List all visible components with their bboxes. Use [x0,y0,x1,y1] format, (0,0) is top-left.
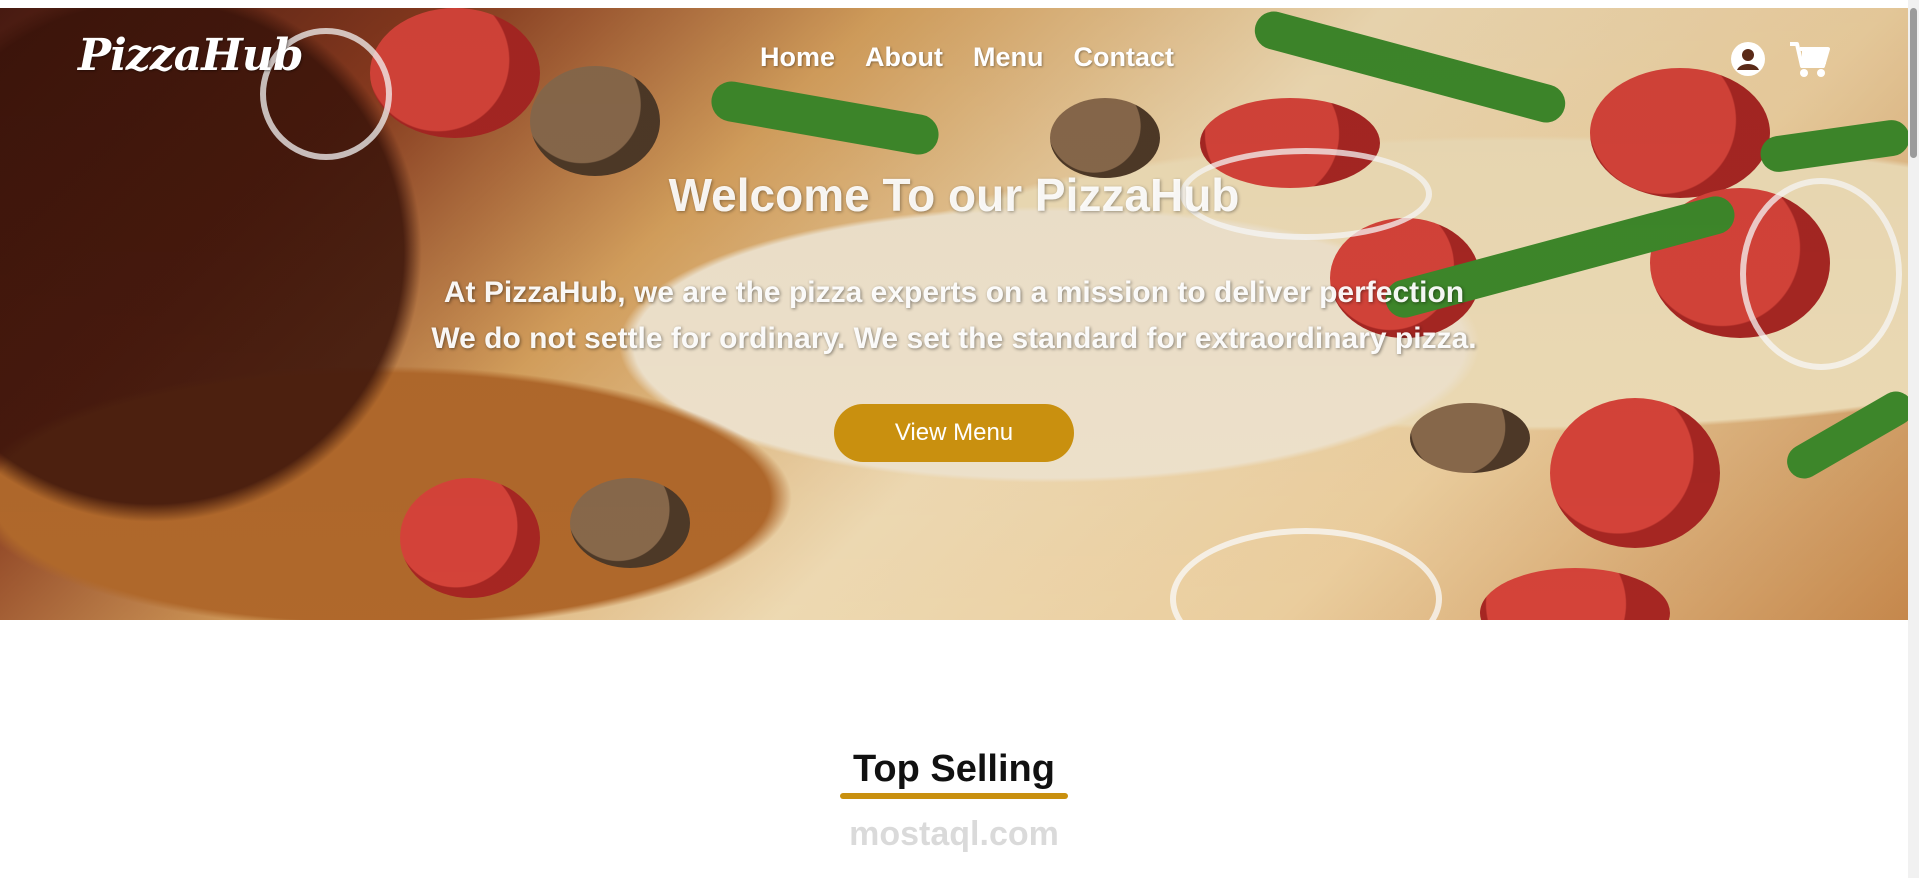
cart-icon[interactable] [1788,40,1830,78]
page-scrollbar[interactable] [1908,0,1919,878]
nav-link-home[interactable]: Home [760,42,835,73]
header-actions [1730,40,1830,78]
hero-banner: PizzaHub Home About Menu Contact Welcome… [0,8,1908,620]
section-title-top-selling: Top Selling [853,748,1055,790]
watermark-text: mostaql.com [849,815,1059,853]
hero-description-line-1: At PizzaHub, we are the pizza experts on… [443,276,1465,309]
main-nav: Home About Menu Contact [760,42,1174,73]
hero-overlay [0,8,1908,620]
hero-title: Welcome To our PizzaHub [668,169,1240,221]
nav-link-menu[interactable]: Menu [973,42,1044,73]
section-title-underline [840,793,1068,799]
site-logo[interactable]: PizzaHub [78,30,304,81]
nav-link-about[interactable]: About [865,42,943,73]
user-circle-icon[interactable] [1730,41,1766,77]
nav-link-contact[interactable]: Contact [1073,42,1174,73]
view-menu-button[interactable]: View Menu [834,404,1074,462]
hero-description-line-2: We do not settle for ordinary. We set th… [431,322,1477,355]
scrollbar-thumb[interactable] [1910,8,1917,158]
